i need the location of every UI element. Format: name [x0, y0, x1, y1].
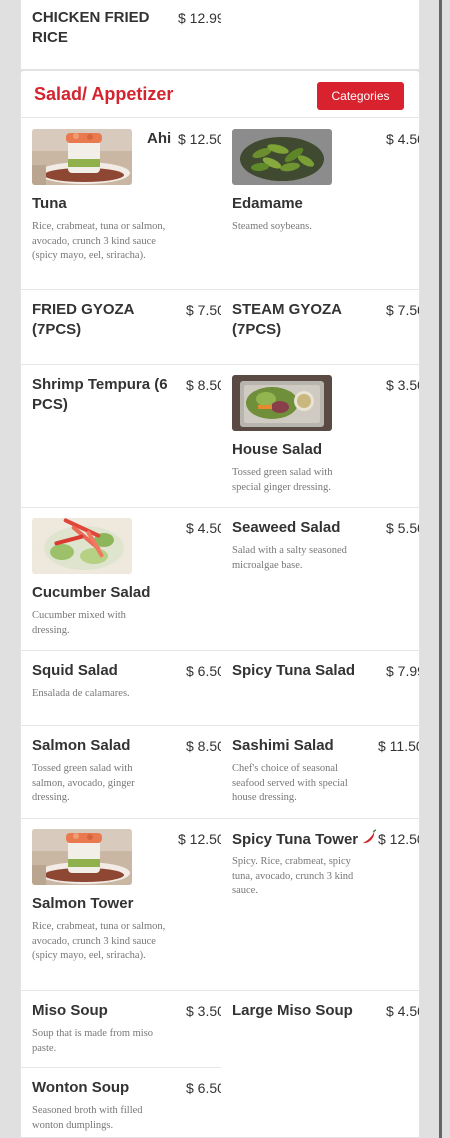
menu-item-house-salad[interactable]: $ 3.50 House Salad Tossed green salad wi… — [221, 365, 419, 507]
menu-item-miso-soup[interactable]: Miso Soup $ 3.50 Soup that is made from … — [21, 991, 221, 1067]
item-price: $ 12.50 — [178, 131, 221, 147]
item-name-row: Spicy Tuna Tower — [232, 829, 382, 851]
item-name: Tuna — [32, 195, 67, 212]
item-price: $ 6.50 — [186, 1080, 221, 1096]
item-name: Spicy Tuna Salad — [232, 662, 356, 679]
menu-item-salmon-tower[interactable]: $ 12.50 Salmon Tower Rice, crabmeat, tun… — [21, 819, 221, 990]
cucumber-salad-photo — [32, 518, 132, 574]
item-description: Tossed green salad with salmon, avocado,… — [32, 763, 135, 803]
item-name: House Salad — [232, 441, 323, 458]
menu-item-cucumber-salad[interactable]: $ 4.50 Cucumber Salad Cucumber mixed wit… — [21, 508, 221, 650]
item-name: Miso Soup — [32, 1002, 108, 1019]
item-name: STEAM GYOZA (7PCS) — [232, 301, 342, 338]
item-name: Shrimp Tempura (6 PCS) — [32, 376, 168, 413]
house-salad-photo — [232, 375, 332, 431]
item-extra-name: Ahi — [147, 130, 172, 147]
item-price: $ 12.99 — [178, 10, 221, 26]
menu-item-salmon-salad[interactable]: Salmon Salad $ 8.50 Tossed green salad w… — [21, 726, 221, 818]
menu-item-fried-gyoza[interactable]: FRIED GYOZA (7PCS) $ 7.50 — [21, 290, 221, 364]
category-title: Salad/ Appetizer — [34, 84, 174, 104]
chili-pepper-icon — [361, 829, 377, 851]
page-scroll-edge — [439, 0, 442, 1138]
previous-category-card: CHICKEN FRIED RICE $ 12.99 — [20, 0, 420, 70]
item-price: $ 6.50 — [186, 663, 221, 679]
item-price: $ 7.99 — [386, 663, 419, 679]
salmon-tower-photo — [32, 829, 132, 885]
item-price: $ 7.50 — [386, 302, 419, 318]
item-price: $ 4.50 — [186, 520, 221, 536]
item-description: Salad with a salty seasoned microalgae b… — [232, 545, 347, 571]
item-name: CHICKEN FRIED RICE — [32, 9, 150, 46]
menu-item-wonton-soup[interactable]: Wonton Soup $ 6.50 Seasoned broth with f… — [21, 1068, 221, 1137]
item-name: Sashimi Salad — [232, 737, 334, 754]
item-price: $ 12.50 — [378, 831, 419, 847]
item-description: Soup that is made from miso paste. — [32, 1028, 154, 1054]
menu-item-sashimi-salad[interactable]: Sashimi Salad $ 11.50 Chef's choice of s… — [221, 726, 420, 818]
item-description: Tossed green salad with special ginger d… — [232, 467, 333, 493]
item-description: Chef's choice of seasonal seafood served… — [232, 763, 348, 803]
item-description: Cucumber mixed with dressing. — [32, 610, 126, 636]
menu-item-chicken-fried-rice[interactable]: CHICKEN FRIED RICE $ 12.99 — [21, 0, 419, 69]
item-name: Wonton Soup — [32, 1079, 130, 1096]
category-header: Salad/ Appetizer Categories — [21, 71, 419, 118]
item-price: $ 12.50 — [178, 831, 221, 847]
item-name: Salmon Tower — [32, 895, 134, 912]
category-card: Salad/ Appetizer Categories Ahi $ 12.50 … — [20, 70, 420, 1138]
item-price: $ 5.50 — [386, 520, 419, 536]
item-name: Squid Salad — [32, 662, 118, 679]
item-name: Spicy Tuna Tower — [232, 830, 359, 848]
edamame-photo — [232, 129, 332, 185]
item-description: Spicy. Rice, crabmeat, spicy tuna, avoca… — [232, 856, 354, 896]
item-name: FRIED GYOZA (7PCS) — [32, 301, 134, 338]
item-name: Large Miso Soup — [232, 1002, 353, 1019]
menu-item-edamame[interactable]: $ 4.50 Edamame Steamed soybeans. — [221, 119, 419, 289]
item-price: $ 8.50 — [186, 377, 221, 393]
categories-button[interactable]: Categories — [317, 82, 404, 110]
item-description: Rice, crabmeat, tuna or salmon, avocado,… — [32, 921, 166, 961]
menu-item-steam-gyoza[interactable]: STEAM GYOZA (7PCS) $ 7.50 — [221, 290, 419, 364]
menu-item-seaweed-salad[interactable]: Seaweed Salad $ 5.50 Salad with a salty … — [221, 508, 419, 650]
item-price: $ 7.50 — [186, 302, 221, 318]
item-price: $ 8.50 — [186, 738, 221, 754]
item-description: Rice, crabmeat, tuna or salmon, avocado,… — [32, 221, 166, 261]
item-description: Ensalada de calamares. — [32, 688, 130, 699]
item-description: Seasoned broth with filled wonton dumpli… — [32, 1105, 143, 1131]
item-price: $ 4.50 — [386, 1003, 419, 1019]
item-price: $ 4.50 — [386, 131, 419, 147]
menu-item-large-miso-soup[interactable]: Large Miso Soup $ 4.50 — [221, 991, 419, 1067]
item-name: Seaweed Salad — [232, 519, 341, 536]
tuna-tower-photo — [32, 129, 132, 185]
item-price: $ 3.50 — [186, 1003, 221, 1019]
item-description: Steamed soybeans. — [232, 221, 312, 232]
menu-item-squid-salad[interactable]: Squid Salad $ 6.50 Ensalada de calamares… — [21, 651, 221, 725]
item-name: Cucumber Salad — [32, 584, 151, 601]
menu-item-tuna[interactable]: Ahi $ 12.50 Tuna Rice, crabmeat, tuna or… — [21, 119, 221, 289]
item-name: Salmon Salad — [32, 737, 131, 754]
menu-item-shrimp-tempura[interactable]: Shrimp Tempura (6 PCS) $ 8.50 — [21, 365, 221, 507]
item-name: Edamame — [232, 195, 303, 212]
item-price: $ 11.50 — [378, 738, 420, 754]
menu-item-spicy-tuna-salad[interactable]: Spicy Tuna Salad $ 7.99 — [221, 651, 419, 725]
item-price: $ 3.50 — [386, 377, 419, 393]
menu-item-spicy-tuna-tower[interactable]: Spicy Tuna Tower $ 12.50 Spicy. Rice, cr… — [221, 819, 419, 990]
